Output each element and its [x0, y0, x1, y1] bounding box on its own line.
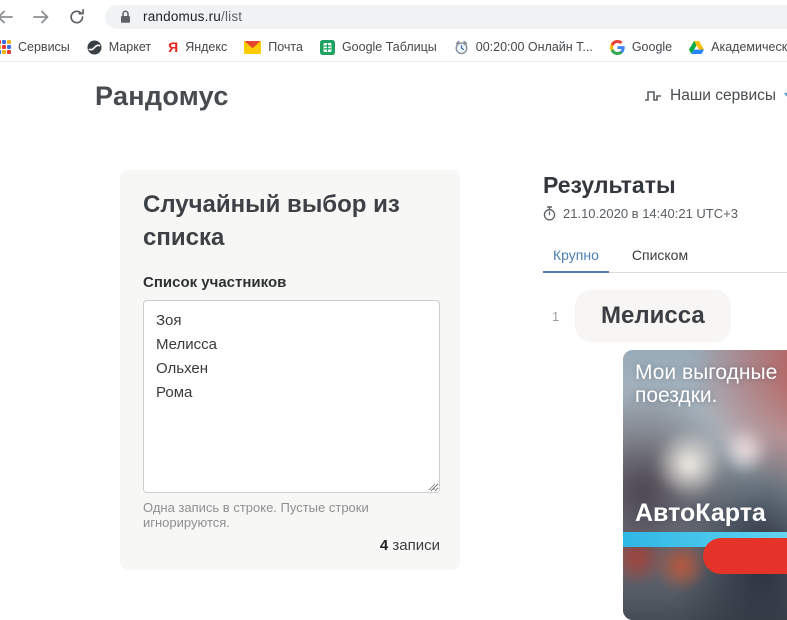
bookmark-google[interactable]: Google [609, 39, 673, 55]
result-value: Мелисса [575, 290, 731, 342]
forward-button[interactable] [29, 5, 53, 29]
services-menu-label: Наши сервисы [670, 87, 776, 104]
bookmark-label: Почта [268, 40, 303, 54]
results-timestamp: 21.10.2020 в 14:40:21 UTC+3 [543, 206, 787, 221]
ad-headline-line2: поездки. [635, 384, 718, 407]
forward-arrow-icon [33, 10, 49, 23]
bookmark-academic[interactable]: Академически [689, 40, 787, 54]
result-row: 1 Мелисса [543, 290, 787, 342]
tab-large-view[interactable]: Крупно [543, 242, 609, 273]
ad-headline-line1: Мои выгодные [635, 361, 778, 384]
results-panel: Результаты 21.10.2020 в 14:40:21 UTC+3 К… [543, 172, 787, 342]
card-title: Случайный выбор из списка [143, 191, 400, 251]
bookmark-online-timer[interactable]: 00:20:00 Онлайн Т... [454, 40, 593, 55]
pulse-wave-icon [645, 91, 661, 101]
timestamp-text: 21.10.2020 в 14:40:21 UTC+3 [563, 206, 738, 221]
entries-count-value: 4 [379, 537, 389, 554]
bookmark-label: Google [631, 40, 673, 54]
globe-icon [87, 40, 102, 55]
random-choice-card: Случайный выбор из списка Список участни… [120, 170, 460, 570]
lock-icon[interactable] [120, 10, 131, 24]
bookmark-services[interactable]: Сервисы [0, 40, 70, 54]
mail-envelope-icon [244, 40, 262, 54]
participants-input[interactable]: Зоя Мелисса Ольхен Рома [143, 300, 440, 493]
bookmarks-bar: Сервисы Маркет Я Яндекс Почта Google Таб… [0, 33, 787, 62]
results-tabs: Крупно Списком [543, 242, 787, 273]
alarm-clock-icon [454, 40, 469, 55]
participants-label: Список участников [143, 274, 287, 291]
reload-button[interactable] [65, 5, 89, 29]
tab-list-view[interactable]: Списком [622, 242, 698, 272]
reload-icon [70, 8, 84, 23]
bookmark-label: Маркет [108, 40, 152, 54]
address-bar[interactable]: randomus.ru/list [105, 4, 787, 29]
back-arrow-icon [0, 10, 13, 23]
services-menu[interactable]: Наши сервисы [644, 87, 787, 105]
url-path: /list [221, 9, 243, 24]
bookmark-label: Яндекс [185, 40, 228, 54]
bookmark-google-sheets[interactable]: Google Таблицы [319, 39, 437, 55]
input-hint: Одна запись в строке. Пустые строки игно… [143, 500, 369, 530]
sheets-icon [319, 39, 335, 55]
apps-grid-icon [0, 40, 11, 54]
bookmark-label: 00:20:00 Онлайн Т... [475, 40, 593, 54]
url-text: randomus.ru/list [143, 9, 242, 24]
ad-cta-button[interactable] [703, 538, 787, 574]
browser-toolbar: randomus.ru/list [0, 0, 787, 33]
bookmark-label: Академически [711, 40, 787, 54]
entries-count: 4 записи [143, 537, 440, 554]
ad-banner[interactable]: Мои выгодные поездки. АвтоКарта [623, 350, 787, 620]
ad-brand: АвтоКарта [635, 499, 766, 527]
google-g-icon [609, 39, 625, 55]
bookmark-label: Google Таблицы [341, 40, 437, 54]
ad-headline: Мои выгодные поездки. [635, 361, 777, 407]
site-logo[interactable]: Рандомус [95, 81, 229, 112]
yandex-ya-icon: Я [168, 39, 179, 55]
bookmark-mail[interactable]: Почта [244, 40, 303, 54]
stopwatch-icon [543, 206, 556, 221]
bookmark-yandex[interactable]: Я Яндекс [168, 40, 227, 54]
entries-count-label: записи [388, 537, 440, 554]
url-domain: randomus.ru [143, 9, 221, 24]
bookmark-label: Сервисы [18, 40, 70, 54]
result-rank: 1 [552, 308, 560, 324]
back-button[interactable] [0, 5, 17, 29]
bookmark-market[interactable]: Маркет [87, 40, 151, 55]
drive-icon [689, 40, 705, 54]
results-title: Результаты [543, 172, 676, 198]
